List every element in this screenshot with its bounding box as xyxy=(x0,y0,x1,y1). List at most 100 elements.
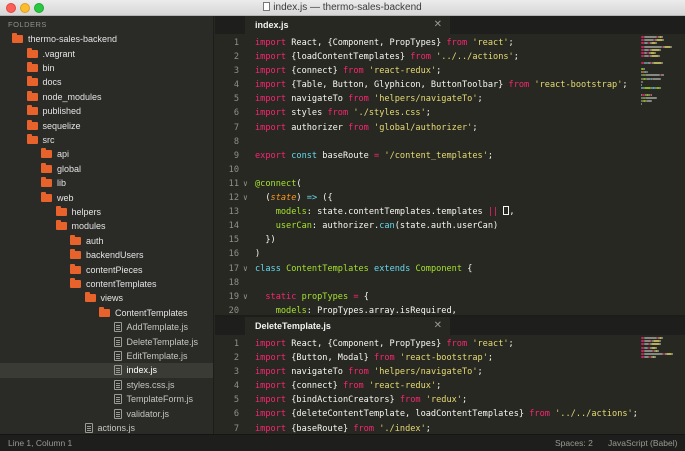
sidebar-folder-item[interactable]: backendUsers xyxy=(70,248,144,262)
sidebar-file-item[interactable]: styles.css.js xyxy=(113,378,175,392)
sidebar-folder-item[interactable]: published xyxy=(26,104,81,118)
code-line[interactable]: 8 xyxy=(215,135,635,149)
sidebar-item-label: node_modules xyxy=(42,91,102,102)
sidebar-folder-item[interactable]: auth xyxy=(70,234,104,248)
code-text: import {baseRoute} from './index'; xyxy=(255,423,431,434)
sidebar-folder-item[interactable]: thermo-sales-backend xyxy=(12,32,117,46)
sidebar-folder-item[interactable]: modules xyxy=(55,219,106,233)
minimap-stroke xyxy=(660,340,662,343)
code-line[interactable]: 12 ∨ (state) => ({ xyxy=(215,191,635,205)
code-line[interactable]: 3 import navigateTo from 'helpers/navigat… xyxy=(215,365,635,379)
syntax-selector[interactable]: JavaScript (Babel) xyxy=(608,438,677,448)
minimap-stroke xyxy=(641,80,643,83)
sidebar-item-label: api xyxy=(57,149,70,160)
fold-arrow-icon[interactable]: ∨ xyxy=(243,191,248,205)
sidebar-file-item[interactable]: TemplateForm.js xyxy=(113,392,193,406)
minimap-stroke xyxy=(645,96,658,99)
code-line[interactable]: 6 import {deleteContentTemplate, loadCont… xyxy=(215,407,638,421)
code-text: import navigateTo from 'helpers/navigate… xyxy=(255,367,483,378)
editor-pane-bottom[interactable]: DeleteTemplate.js ✕ 1 import React, {Comp… xyxy=(215,315,685,434)
minimap-stroke xyxy=(643,353,664,355)
minimap-stroke xyxy=(643,337,657,339)
close-tab-icon[interactable]: ✕ xyxy=(434,320,442,331)
code-line[interactable]: 4 import {connect} from 'react-redux'; xyxy=(215,379,635,393)
minimap-stroke xyxy=(671,45,673,48)
sidebar-item-label: thermo-sales-backend xyxy=(28,34,118,45)
code-line[interactable]: 3 import {connect} from 'react-redux'; xyxy=(215,64,635,78)
sidebar-item-label: sequelize xyxy=(42,120,81,131)
code-line[interactable]: 11 ∨ @connect( xyxy=(215,177,635,191)
code-line[interactable]: 7 import authorizer from 'global/authoriz… xyxy=(215,121,635,135)
code-line[interactable]: 13 models: state.contentTemplates.templa… xyxy=(215,205,635,219)
tab-delete-template-js[interactable]: DeleteTemplate.js ✕ xyxy=(245,317,450,335)
sidebar-file-item[interactable]: validator.js xyxy=(113,406,169,420)
close-tab-icon[interactable]: ✕ xyxy=(434,19,442,30)
code-line[interactable]: 15 }) xyxy=(215,233,635,247)
line-number: 5 xyxy=(233,395,239,406)
editor-pane-top[interactable]: index.js ✕ 1 import React, {Component, Pr… xyxy=(215,16,685,315)
code-line[interactable]: 18 xyxy=(215,276,635,290)
sidebar-folder-item[interactable]: web xyxy=(41,190,74,204)
sidebar-folder-item[interactable]: bin xyxy=(26,61,55,75)
folder-icon xyxy=(26,47,38,58)
minimap-stroke xyxy=(645,74,660,77)
code-line[interactable]: 2 import {loadContentTemplates} from '../… xyxy=(215,50,635,64)
code-text: import React, {Component, PropTypes} fro… xyxy=(255,38,514,48)
sidebar-folder-item[interactable]: contentPieces xyxy=(70,262,143,276)
sidebar-file-item[interactable]: actions.js xyxy=(84,421,135,434)
code-line[interactable]: 14 userCan: authorizer.can(state.auth.us… xyxy=(215,219,635,233)
fold-arrow-icon[interactable]: ∨ xyxy=(243,290,248,304)
code-line[interactable]: 9 export const baseRoute = '/content_temp… xyxy=(215,149,635,163)
code-line[interactable]: 7 import {baseRoute} from './index'; xyxy=(215,422,635,434)
sidebar-folder-item[interactable]: sequelize xyxy=(26,118,81,132)
sidebar-folder-item[interactable]: lib xyxy=(41,176,66,190)
sidebar-folder-item[interactable]: helpers xyxy=(55,205,101,219)
minimap-stroke xyxy=(672,353,674,355)
sidebar-file-item[interactable]: EditTemplate.js xyxy=(113,349,188,363)
document-icon xyxy=(263,2,271,11)
sidebar-file-item[interactable]: DeleteTemplate.js xyxy=(113,334,198,348)
sidebar-folder-item[interactable]: ContentTemplates xyxy=(99,306,188,320)
code-line[interactable]: 5 import {bindActionCreators} from 'redux… xyxy=(215,393,635,407)
sidebar-item-label: AddTemplate.js xyxy=(126,322,189,333)
sidebar-item-label: src xyxy=(42,134,55,145)
sidebar-folder-item[interactable]: global xyxy=(41,162,81,176)
sidebar-folder-item[interactable]: api xyxy=(41,147,69,161)
code-area[interactable]: 1 import React, {Component, PropTypes} fr… xyxy=(215,36,635,315)
folder-icon xyxy=(70,234,81,245)
line-number: 14 xyxy=(228,221,239,232)
code-text: @connect( xyxy=(255,178,302,189)
minimap-stroke xyxy=(643,36,657,38)
code-line[interactable]: 1 import React, {Component, PropTypes} fr… xyxy=(215,337,635,351)
tab-index-js[interactable]: index.js ✕ xyxy=(245,16,450,34)
cursor-position[interactable]: Line 1, Column 1 xyxy=(8,438,72,448)
code-line[interactable]: 16) xyxy=(215,247,635,261)
code-line[interactable]: 2 import {Button, Modal} from 'react-boot… xyxy=(215,351,635,365)
code-area[interactable]: 1 import React, {Component, PropTypes} fr… xyxy=(215,337,638,434)
sidebar-item-label: web xyxy=(57,192,74,203)
code-line[interactable]: 20 models: PropTypes.array.isRequired, xyxy=(215,304,635,315)
code-text: import {deleteContentTemplate, loadConte… xyxy=(255,409,638,420)
sidebar-file-item[interactable]: AddTemplate.js xyxy=(113,320,189,334)
code-line[interactable]: 1 import React, {Component, PropTypes} fr… xyxy=(215,36,635,50)
code-text: import React, {Component, PropTypes} fro… xyxy=(255,339,514,349)
indentation-setting[interactable]: Spaces: 2 xyxy=(555,438,593,448)
fold-arrow-icon[interactable]: ∨ xyxy=(243,177,248,191)
sidebar-folder-item[interactable]: node_modules xyxy=(26,90,102,104)
minimap[interactable] xyxy=(639,36,685,315)
code-line[interactable]: 6 import styles from './styles.css'; xyxy=(215,106,635,120)
sidebar-folder-item[interactable]: .vagrant xyxy=(26,46,75,60)
sidebar-file-item[interactable]: index.js xyxy=(113,363,157,377)
code-line[interactable]: 4 import {Table, Button, Glyphicon, Butto… xyxy=(215,78,635,92)
code-line[interactable]: 19 ∨ static propTypes = { xyxy=(215,290,635,304)
code-line[interactable]: 17 ∨ class ContentTemplates extends Compon… xyxy=(215,262,635,276)
code-line[interactable]: 5 import navigateTo from 'helpers/navigat… xyxy=(215,92,635,106)
minimap-stroke xyxy=(646,100,653,102)
sidebar-folder-item[interactable]: views xyxy=(84,291,123,305)
sidebar-folder-item[interactable]: docs xyxy=(26,75,62,89)
sidebar-folder-item[interactable]: contentTemplates xyxy=(70,277,157,291)
sidebar-folder-item[interactable]: src xyxy=(26,133,55,147)
fold-arrow-icon[interactable]: ∨ xyxy=(243,262,248,276)
code-line[interactable]: 10 xyxy=(215,163,635,177)
minimap[interactable] xyxy=(639,337,685,434)
